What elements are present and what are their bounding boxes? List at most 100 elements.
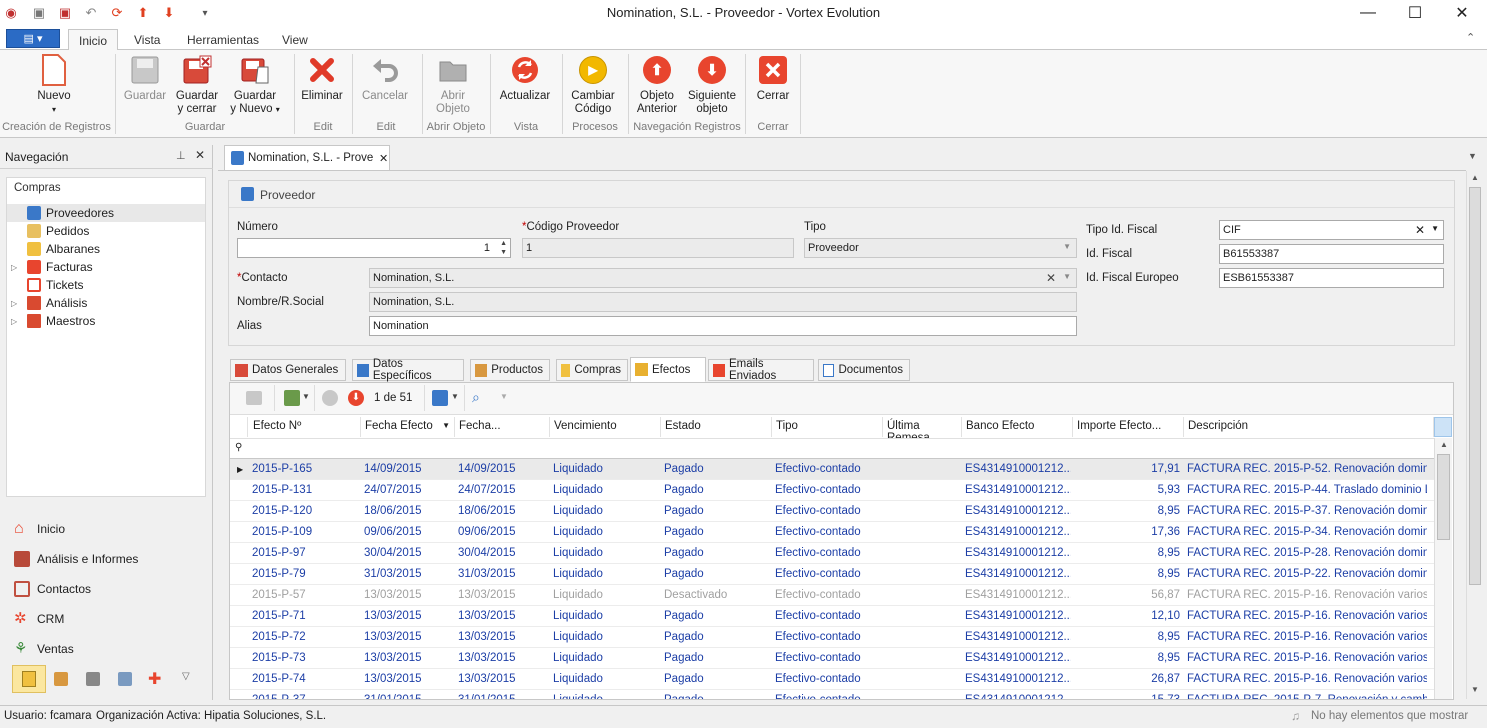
cambiar-codigo-button[interactable]: ▶ Cambiar Código: [568, 54, 618, 116]
table-row[interactable]: 2015-P-79 31/03/2015 31/03/2015 Liquidado Pa…: [230, 564, 1434, 585]
id-fiscal-field[interactable]: B61553387: [1219, 244, 1444, 264]
table-row[interactable]: 2015-P-73 13/03/2015 13/03/2015 Liquidado Pa…: [230, 648, 1434, 669]
nombre-field[interactable]: Nomination, S.L.: [369, 292, 1077, 312]
codigo-field[interactable]: 1: [522, 238, 794, 258]
table-row[interactable]: 2015-P-120 18/06/2015 18/06/2015 Liquidado P…: [230, 501, 1434, 522]
products-icon[interactable]: [54, 672, 68, 686]
scroll-thumb[interactable]: [1469, 187, 1481, 585]
table-row[interactable]: 2015-P-57 13/03/2015 13/03/2015 Liquidado De…: [230, 585, 1434, 606]
nav-link-contactos[interactable]: Contactos: [14, 578, 91, 600]
tab-productos[interactable]: Productos: [470, 359, 550, 381]
col-estado[interactable]: Estado: [661, 417, 772, 437]
scroll-down-icon[interactable]: ▼: [1471, 685, 1479, 694]
chevron-down-icon[interactable]: ▼: [1063, 242, 1071, 251]
contacto-select[interactable]: Nomination, S.L. ✕ ▼: [369, 268, 1077, 288]
maximize-button[interactable]: ☐: [1392, 0, 1438, 26]
tab-inicio[interactable]: Inicio: [68, 29, 119, 51]
bell-icon[interactable]: ♫: [1291, 709, 1300, 723]
alias-field[interactable]: Nomination: [369, 316, 1077, 336]
col-vencimiento[interactable]: Vencimiento: [550, 417, 661, 437]
column-chooser-button[interactable]: [1434, 417, 1452, 437]
shortcut-compras[interactable]: [12, 665, 46, 693]
search-icon[interactable]: ⌕: [472, 389, 480, 406]
minimize-button[interactable]: —: [1345, 0, 1391, 26]
tab-datos-especificos[interactable]: Datos Específicos: [352, 358, 464, 382]
nav-link-inicio[interactable]: ⌂ Inicio: [14, 518, 65, 540]
export-icon[interactable]: [284, 390, 300, 406]
tab-herramientas[interactable]: Herramientas: [177, 29, 269, 51]
cancelar-button[interactable]: Cancelar: [360, 54, 410, 103]
table-row[interactable]: 2015-P-72 13/03/2015 13/03/2015 Liquidado Pa…: [230, 627, 1434, 648]
chevron-down-icon[interactable]: ▼: [451, 392, 459, 401]
pin-icon[interactable]: ⊥: [176, 149, 186, 162]
tree-item-proveedores[interactable]: Proveedores: [7, 204, 205, 222]
tipo-id-select[interactable]: CIF ✕ ▼: [1219, 220, 1444, 240]
table-row[interactable]: 2015-P-37 31/01/2015 31/01/2015 Liquidado Pa…: [230, 690, 1434, 699]
save-layout-icon[interactable]: [432, 390, 448, 406]
tab-documentos[interactable]: Documentos: [818, 359, 910, 381]
tab-datos-generales[interactable]: Datos Generales: [230, 359, 346, 381]
table-row[interactable]: 2015-P-71 13/03/2015 13/03/2015 Liquidado Pa…: [230, 606, 1434, 627]
next-record-icon[interactable]: ⬇: [348, 390, 364, 406]
numero-field[interactable]: 1 ▲ ▼: [237, 238, 511, 258]
clear-icon[interactable]: ✕: [1046, 271, 1056, 285]
col-fecha[interactable]: Fecha...: [455, 417, 550, 437]
col-descripcion[interactable]: Descripción: [1184, 417, 1434, 437]
guardar-nuevo-button[interactable]: Guardar y Nuevo ▾: [228, 54, 282, 116]
plus-icon[interactable]: ✚: [148, 669, 161, 689]
form-scrollbar[interactable]: ▲ ▼: [1466, 171, 1482, 699]
cerrar-button[interactable]: Cerrar: [752, 54, 794, 103]
nav-link-analisis-informes[interactable]: Análisis e Informes: [14, 548, 138, 570]
chevron-down-icon[interactable]: ▼: [302, 392, 310, 401]
tab-vista[interactable]: Vista: [124, 29, 170, 51]
printer-icon[interactable]: [86, 672, 100, 686]
close-window-button[interactable]: ✕: [1439, 0, 1485, 26]
col-efecto[interactable]: Efecto Nº: [249, 417, 361, 437]
new-row-icon[interactable]: [246, 391, 262, 405]
expand-icon[interactable]: ▷: [11, 317, 21, 326]
tipo-select[interactable]: Proveedor ▼: [804, 238, 1077, 258]
collapse-ribbon-icon[interactable]: ⌃: [1466, 31, 1475, 44]
objeto-anterior-button[interactable]: ⬆ Objeto Anterior: [634, 54, 680, 116]
eliminar-button[interactable]: Eliminar: [300, 54, 344, 103]
document-tab[interactable]: Nomination, S.L. - Prove ✕: [224, 145, 390, 170]
col-fecha-efecto[interactable]: Fecha Efecto ▼: [361, 417, 455, 437]
tree-item-albaranes[interactable]: Albaranes: [7, 240, 205, 258]
tab-list-icon[interactable]: ▼: [1468, 151, 1477, 161]
tree-item-pedidos[interactable]: Pedidos: [7, 222, 205, 240]
tree-item-analisis[interactable]: ▷ Análisis: [7, 294, 205, 312]
id-europeo-field[interactable]: ESB61553387: [1219, 268, 1444, 288]
nuevo-button[interactable]: Nuevo ▾: [30, 54, 78, 116]
expand-icon[interactable]: ▷: [11, 263, 21, 272]
chevron-down-icon[interactable]: ▽: [182, 671, 190, 682]
app-menu-button[interactable]: ▤ ▾: [6, 29, 60, 48]
chevron-down-icon[interactable]: ▼: [1063, 272, 1071, 281]
table-row[interactable]: 2015-P-109 09/06/2015 09/06/2015 Liquidado P…: [230, 522, 1434, 543]
col-tipo[interactable]: Tipo: [772, 417, 883, 437]
guardar-button[interactable]: Guardar: [122, 54, 168, 103]
scroll-thumb[interactable]: [1437, 454, 1450, 540]
nav-link-ventas[interactable]: ⚘ Ventas: [14, 638, 74, 660]
table-row[interactable]: 2015-P-74 13/03/2015 13/03/2015 Liquidado Pa…: [230, 669, 1434, 690]
tab-view[interactable]: View: [272, 29, 318, 51]
nav-link-crm[interactable]: ✲ CRM: [14, 608, 64, 630]
tab-emails-enviados[interactable]: Emails Enviados: [708, 358, 814, 382]
chevron-down-icon[interactable]: ▼: [1431, 224, 1439, 233]
tab-compras[interactable]: Compras: [556, 359, 628, 381]
filter-row[interactable]: ⚲: [230, 438, 1434, 459]
chevron-down-icon[interactable]: ▼: [500, 392, 508, 401]
tab-efectos[interactable]: Efectos: [630, 357, 706, 382]
scroll-up-icon[interactable]: ▲: [1471, 173, 1479, 182]
tools-icon[interactable]: [118, 672, 132, 686]
previous-record-icon[interactable]: [322, 390, 338, 406]
tree-item-facturas[interactable]: ▷ Facturas: [7, 258, 205, 276]
col-ultima-remesa[interactable]: Última Remesa: [883, 417, 962, 444]
clear-icon[interactable]: ✕: [1415, 223, 1425, 237]
table-row[interactable]: 2015-P-97 30/04/2015 30/04/2015 Liquidado Pa…: [230, 543, 1434, 564]
grid-scrollbar[interactable]: ▲: [1434, 438, 1452, 699]
actualizar-button[interactable]: Actualizar: [498, 54, 552, 103]
abrir-objeto-button[interactable]: Abrir Objeto: [430, 54, 476, 116]
table-row[interactable]: ▶ 2015-P-165 14/09/2015 14/09/2015 Liquidado…: [230, 459, 1434, 480]
expand-icon[interactable]: ▷: [11, 299, 21, 308]
close-panel-icon[interactable]: ✕: [195, 148, 205, 162]
